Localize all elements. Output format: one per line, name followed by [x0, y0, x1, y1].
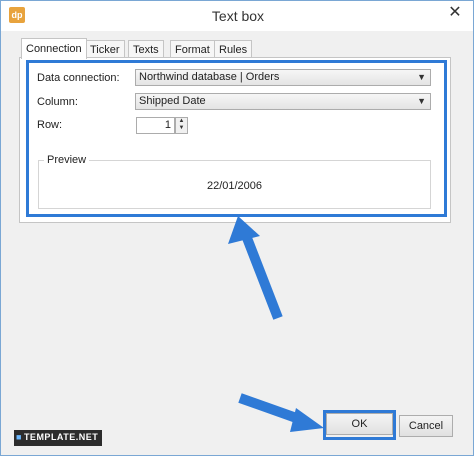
arrow-annotation-icon — [228, 216, 283, 320]
annotation-arrows — [228, 216, 324, 432]
arrow-annotation-icon — [238, 393, 324, 432]
